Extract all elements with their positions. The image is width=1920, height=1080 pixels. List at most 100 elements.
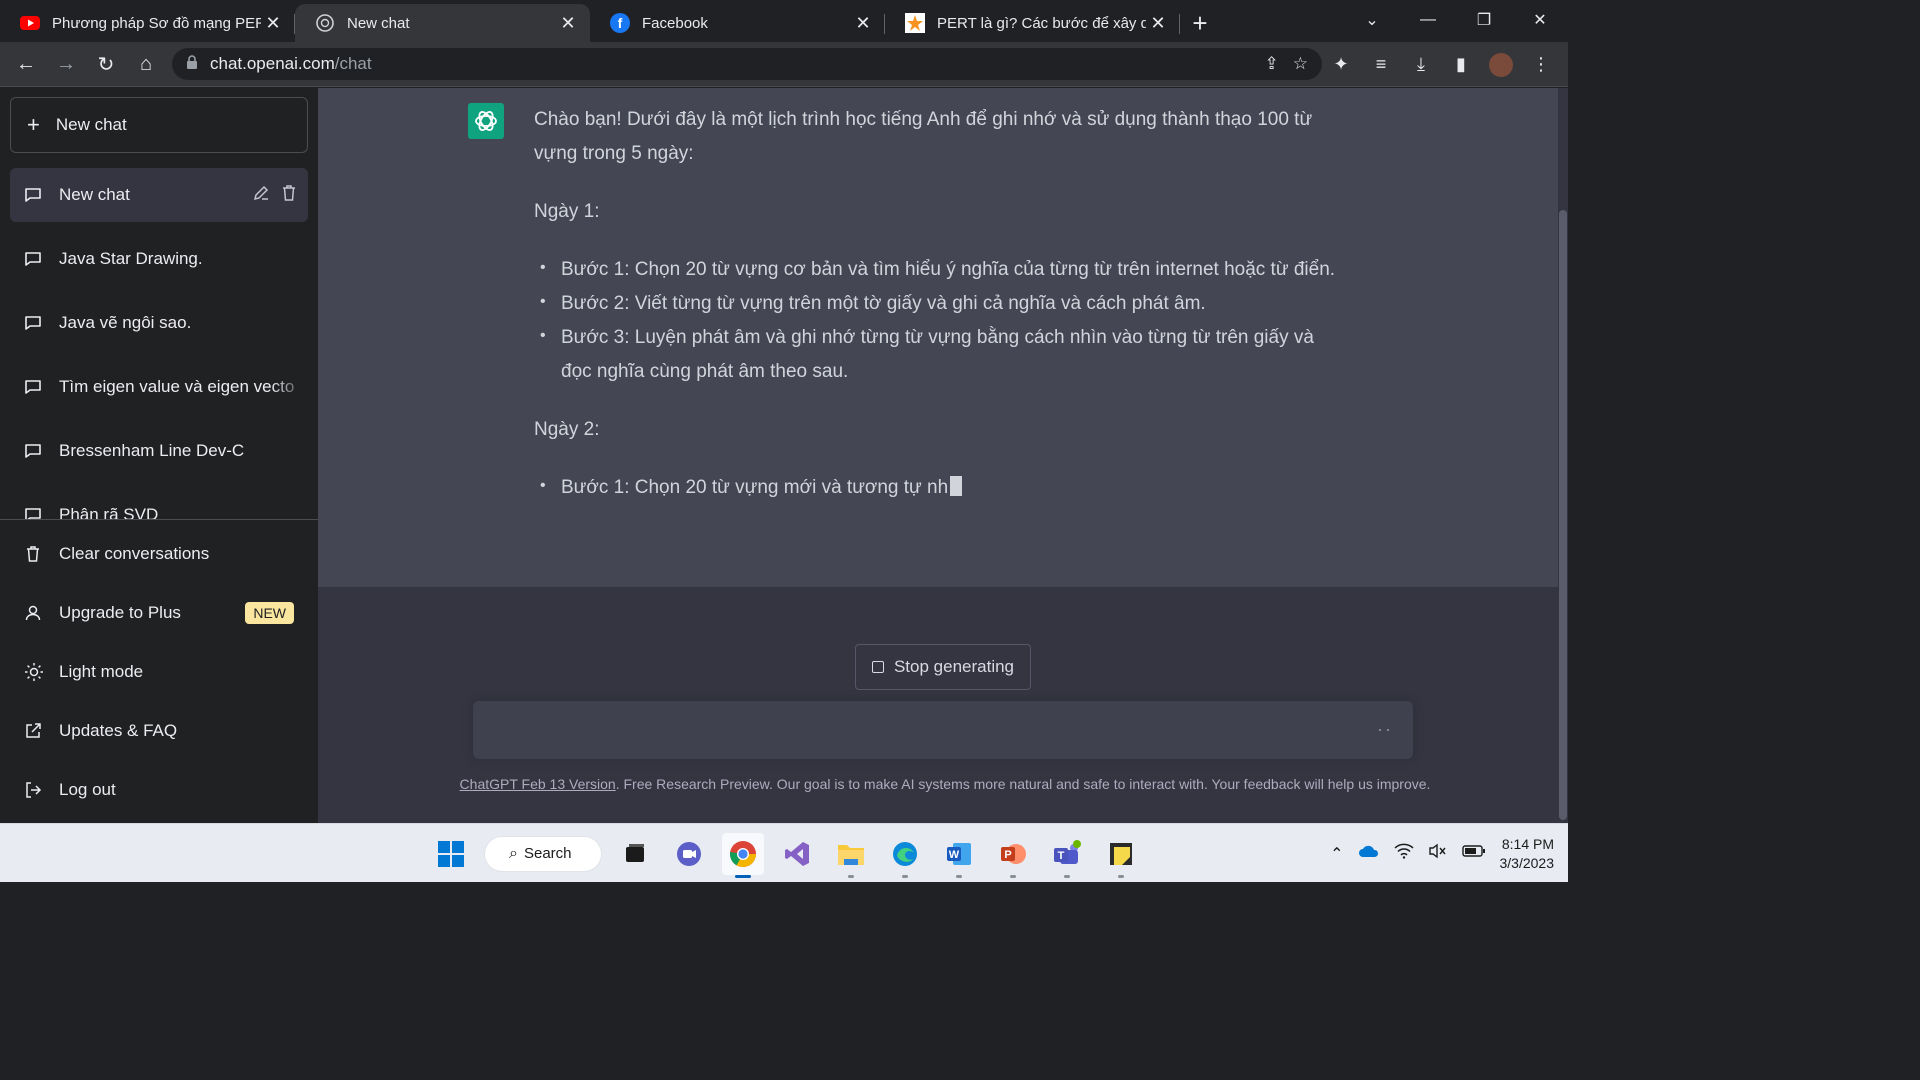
back-icon[interactable]: ← <box>6 44 46 84</box>
chat-item[interactable]: Tìm eigen value và eigen vecto <box>10 360 308 414</box>
profile-avatar[interactable] <box>1484 48 1518 82</box>
window-controls: ⌄ — ❐ ✕ <box>1344 0 1568 40</box>
side-panel-icon[interactable]: ▮ <box>1444 48 1478 82</box>
taskbar-search[interactable]: ⌕ Search <box>484 835 602 872</box>
new-chat-button[interactable]: + New chat <box>10 97 308 153</box>
step-text: Bước 1: Chọn 20 từ vựng mới và tương tự … <box>561 477 949 498</box>
tab-title: Facebook <box>642 14 708 32</box>
chat-item[interactable]: Bressenham Line Dev-C <box>10 424 308 478</box>
loading-dots-icon: ·· <box>1377 719 1393 739</box>
clock-time: 8:14 PM <box>1501 835 1554 852</box>
chrome-icon[interactable] <box>722 832 764 878</box>
external-link-icon <box>24 722 44 740</box>
tab-title: Phương pháp Sơ đồ mạng PERT... <box>52 14 261 32</box>
step-list: Bước 1: Chọn 20 từ vựng mới và tương tự … <box>534 469 1344 505</box>
chat-item-label: Bressenham Line Dev-C <box>59 441 245 460</box>
teams-chat-icon[interactable] <box>668 833 710 875</box>
extensions-icon[interactable]: ✦ <box>1324 48 1358 82</box>
tab-title: PERT là gì? Các bước để xây dựng... <box>937 14 1146 32</box>
reload-icon[interactable]: ↻ <box>86 44 126 84</box>
tab-close-icon[interactable]: ✕ <box>556 11 580 35</box>
light-mode-label: Light mode <box>59 662 144 681</box>
edit-icon[interactable] <box>252 184 270 207</box>
chat-item[interactable]: Java vẽ ngôi sao. <box>10 296 308 350</box>
share-icon[interactable]: ⇪ <box>1265 54 1279 74</box>
scrollbar[interactable] <box>1558 88 1568 823</box>
tab-youtube[interactable]: Phương pháp Sơ đồ mạng PERT... ✕ <box>0 4 295 42</box>
tab-separator <box>1179 14 1180 34</box>
message-icon <box>24 186 44 204</box>
scrollbar-thumb[interactable] <box>1559 210 1567 820</box>
message-input[interactable]: ·· <box>473 701 1413 759</box>
wifi-icon[interactable] <box>1393 843 1414 864</box>
url-host: chat.openai.com <box>210 54 335 73</box>
sun-icon <box>24 662 44 682</box>
tab-close-icon[interactable]: ✕ <box>261 11 285 35</box>
url-path: /chat <box>334 54 372 73</box>
running-indicator <box>848 874 854 878</box>
tab-close-icon[interactable]: ✕ <box>851 11 875 35</box>
media-control-icon[interactable]: ≡ <box>1364 48 1398 82</box>
stop-generating-button[interactable]: Stop generating <box>855 644 1031 690</box>
edge-icon[interactable] <box>884 833 926 878</box>
address-bar[interactable]: chat.openai.com/chat ⇪ ☆ <box>172 48 1322 80</box>
close-window-icon[interactable]: ✕ <box>1512 0 1568 40</box>
powerpoint-icon[interactable]: P <box>992 833 1034 878</box>
minimize-icon[interactable]: — <box>1400 0 1456 40</box>
facebook-icon: f <box>610 13 630 33</box>
clear-conversations-button[interactable]: Clear conversations <box>10 530 308 578</box>
tab-new-chat[interactable]: New chat ✕ <box>295 4 590 42</box>
running-indicator <box>902 874 908 878</box>
conversation-panel: Chào bạn! Dưới đây là một lịch trình học… <box>318 88 1568 823</box>
file-explorer-icon[interactable] <box>830 833 872 878</box>
system-tray: ⌃ 8:14 PM 3/3/2023 <box>1330 824 1554 883</box>
plus-icon: + <box>27 112 40 137</box>
clock[interactable]: 8:14 PM 3/3/2023 <box>1500 835 1555 873</box>
svg-text:P: P <box>1004 849 1011 861</box>
chevron-up-icon[interactable]: ⌃ <box>1330 844 1343 864</box>
search-label: Search <box>523 845 572 862</box>
version-link[interactable]: ChatGPT Feb 13 Version <box>460 776 616 792</box>
download-icon[interactable]: ⤓ <box>1404 48 1438 82</box>
bookmark-star-icon[interactable]: ☆ <box>1293 54 1308 74</box>
updates-faq-link[interactable]: Updates & FAQ <box>10 707 308 755</box>
chat-item-label: Java vẽ ngôi sao. <box>59 313 192 332</box>
sticky-notes-icon[interactable] <box>1100 833 1142 878</box>
day-heading: Ngày 1: <box>534 201 600 222</box>
home-icon[interactable]: ⌂ <box>126 44 166 84</box>
upgrade-label: Upgrade to Plus <box>59 603 181 622</box>
chat-item-label: Java Star Drawing. <box>59 249 203 268</box>
task-view-icon[interactable] <box>614 833 656 875</box>
windows-start-icon[interactable] <box>430 833 472 875</box>
trash-icon[interactable] <box>280 184 298 207</box>
chat-item[interactable]: Phân rã SVD <box>10 488 308 520</box>
tab-search-icon[interactable]: ⌄ <box>1344 0 1400 40</box>
tab-close-icon[interactable]: ✕ <box>1146 11 1170 35</box>
forward-icon[interactable]: → <box>46 44 86 84</box>
chat-sidebar: + New chat New chat Java Star Drawing. J… <box>0 88 318 823</box>
chat-item-active[interactable]: New chat <box>10 168 308 222</box>
new-tab-button[interactable]: + <box>1180 4 1220 42</box>
active-indicator <box>735 874 751 878</box>
tab-facebook[interactable]: f Facebook ✕ <box>590 4 885 42</box>
restore-icon[interactable]: ❐ <box>1456 0 1512 40</box>
word-icon[interactable]: W <box>938 833 980 878</box>
light-mode-button[interactable]: Light mode <box>10 648 308 696</box>
user-icon <box>24 604 44 622</box>
onedrive-icon[interactable] <box>1358 844 1380 863</box>
chat-item[interactable]: Java Star Drawing. <box>10 232 308 286</box>
battery-icon[interactable] <box>1461 844 1486 863</box>
teams-icon[interactable]: T <box>1046 833 1088 878</box>
upgrade-to-plus-button[interactable]: Upgrade to Plus NEW <box>10 589 308 637</box>
volume-muted-icon[interactable] <box>1428 843 1448 864</box>
log-out-button[interactable]: Log out <box>10 766 308 814</box>
tab-pert[interactable]: PERT là gì? Các bước để xây dựng... ✕ <box>885 4 1180 42</box>
updates-label: Updates & FAQ <box>59 721 178 740</box>
menu-kebab-icon[interactable]: ⋮ <box>1524 48 1558 82</box>
chat-history-list: New chat Java Star Drawing. Java vẽ ngôi… <box>0 168 318 520</box>
tab-title: New chat <box>347 14 410 32</box>
visual-studio-icon[interactable] <box>776 833 818 875</box>
day-heading: Ngày 2: <box>534 419 600 440</box>
step-item-streaming: Bước 1: Chọn 20 từ vựng mới và tương tự … <box>534 469 1344 505</box>
message-icon <box>24 314 44 332</box>
